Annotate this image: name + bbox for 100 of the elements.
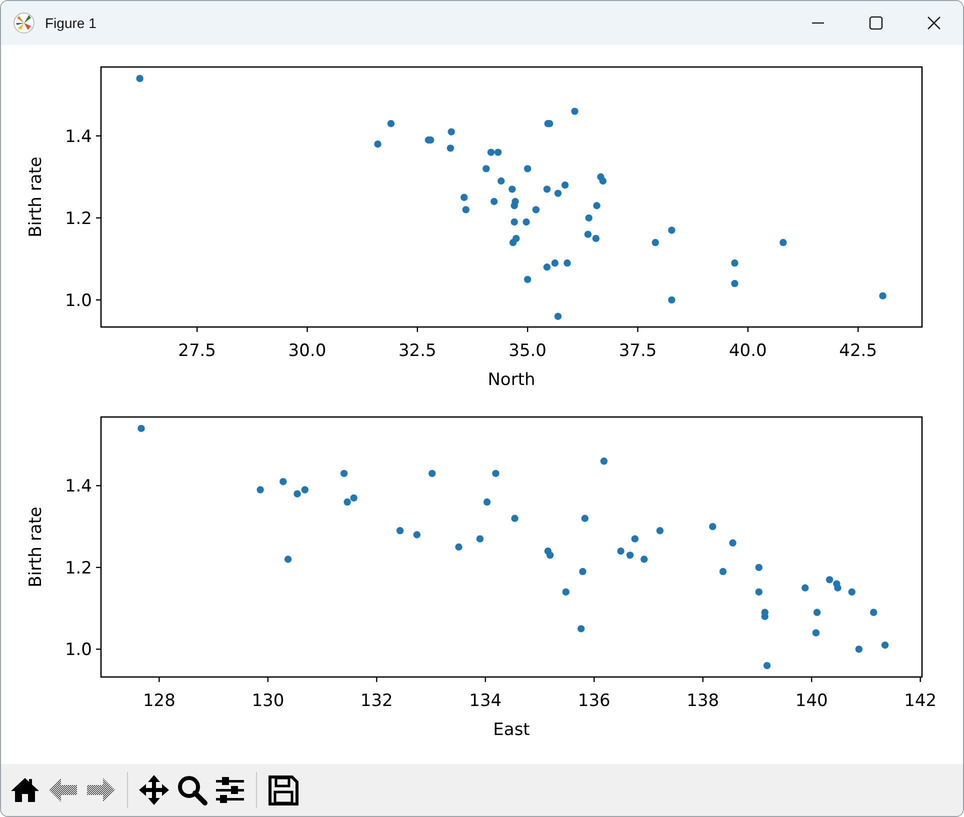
axis-title: Birth rate: [26, 506, 46, 588]
data-point: [579, 568, 586, 576]
data-point: [413, 531, 420, 538]
tick-mark: [416, 327, 418, 332]
tick-label: 1.2: [64, 558, 92, 578]
data-point: [640, 556, 648, 563]
data-point: [448, 128, 455, 136]
data-point: [631, 535, 639, 542]
data-point: [256, 486, 264, 494]
data-point: [780, 238, 787, 246]
data-point: [564, 259, 571, 267]
tick-mark: [96, 566, 101, 568]
tick-label: 1.4: [64, 476, 92, 497]
window-title: Figure 1: [45, 15, 96, 31]
tick-label: 27.5: [178, 341, 216, 361]
data-point: [387, 120, 395, 128]
data-point: [524, 276, 532, 284]
data-point: [813, 608, 821, 616]
tick-mark: [747, 327, 749, 332]
tick-mark: [96, 485, 101, 486]
data-point: [763, 662, 771, 670]
data-point: [571, 108, 578, 115]
data-point: [709, 522, 716, 530]
data-point: [510, 218, 518, 226]
data-point: [460, 194, 468, 201]
tick-mark: [637, 327, 638, 332]
data-point: [585, 214, 592, 222]
data-point: [652, 238, 659, 246]
data-point: [543, 186, 551, 193]
tick-mark: [158, 677, 160, 682]
data-point: [508, 186, 516, 193]
data-point: [848, 588, 856, 596]
data-point: [600, 458, 608, 465]
tick-label: 42.5: [839, 341, 878, 361]
data-point: [522, 218, 530, 226]
tick-mark: [96, 648, 101, 650]
data-point: [446, 144, 454, 152]
tick-label: 35.0: [508, 341, 547, 361]
minimize-icon: [811, 22, 825, 24]
tick-label: 30.0: [288, 341, 326, 361]
data-point: [562, 588, 570, 596]
data-point: [626, 552, 634, 559]
app-icon: [13, 12, 35, 34]
tick-mark: [811, 677, 812, 682]
tick-label: 40.0: [729, 341, 767, 361]
tick-label: 1.2: [64, 208, 92, 229]
data-point: [802, 584, 809, 592]
axis-title: North: [488, 370, 536, 390]
tick-label: 136: [578, 691, 610, 711]
tick-label: 32.5: [398, 341, 436, 361]
data-point: [755, 564, 762, 572]
data-point: [490, 198, 498, 206]
data-point: [855, 646, 863, 653]
tick-mark: [858, 327, 859, 332]
tick-mark: [96, 217, 101, 219]
tick-mark: [267, 677, 269, 682]
data-point: [719, 568, 727, 576]
tick-mark: [920, 677, 921, 682]
tick-mark: [96, 135, 101, 136]
data-point: [462, 206, 470, 214]
data-point: [492, 470, 500, 478]
tick-label: 142: [904, 691, 937, 711]
data-point: [668, 226, 676, 234]
data-point: [879, 292, 886, 300]
tick-label: 130: [252, 691, 284, 711]
data-point: [617, 548, 624, 555]
tick-label: 138: [686, 691, 720, 711]
data-point: [374, 140, 382, 148]
data-point: [731, 280, 738, 288]
data-point: [668, 296, 676, 304]
tick-mark: [526, 327, 528, 332]
axis-title: Birth rate: [26, 156, 46, 238]
data-point: [498, 177, 505, 185]
data-point: [554, 312, 562, 320]
close-icon: [927, 16, 941, 30]
data-point: [593, 202, 600, 210]
tick-mark: [96, 299, 101, 301]
data-point: [428, 470, 436, 478]
tick-label: 128: [142, 691, 176, 711]
data-point: [578, 625, 585, 632]
data-point: [483, 498, 491, 506]
data-point: [284, 556, 292, 563]
tick-mark: [484, 677, 486, 682]
data-point: [812, 629, 820, 636]
tick-mark: [376, 677, 378, 682]
axis-title: East: [493, 720, 530, 740]
data-point: [482, 165, 490, 172]
data-point: [870, 608, 878, 616]
tick-mark: [594, 677, 595, 682]
tick-label: 1.4: [64, 126, 92, 147]
data-point: [656, 527, 664, 534]
data-point: [729, 539, 736, 546]
data-point: [511, 514, 518, 522]
data-point: [136, 74, 144, 82]
tick-mark: [196, 327, 198, 332]
data-point: [881, 642, 889, 649]
tick-label: 1.0: [64, 290, 92, 311]
data-point: [455, 543, 462, 551]
maximize-icon: [869, 16, 883, 30]
tick-label: 37.5: [618, 341, 657, 361]
